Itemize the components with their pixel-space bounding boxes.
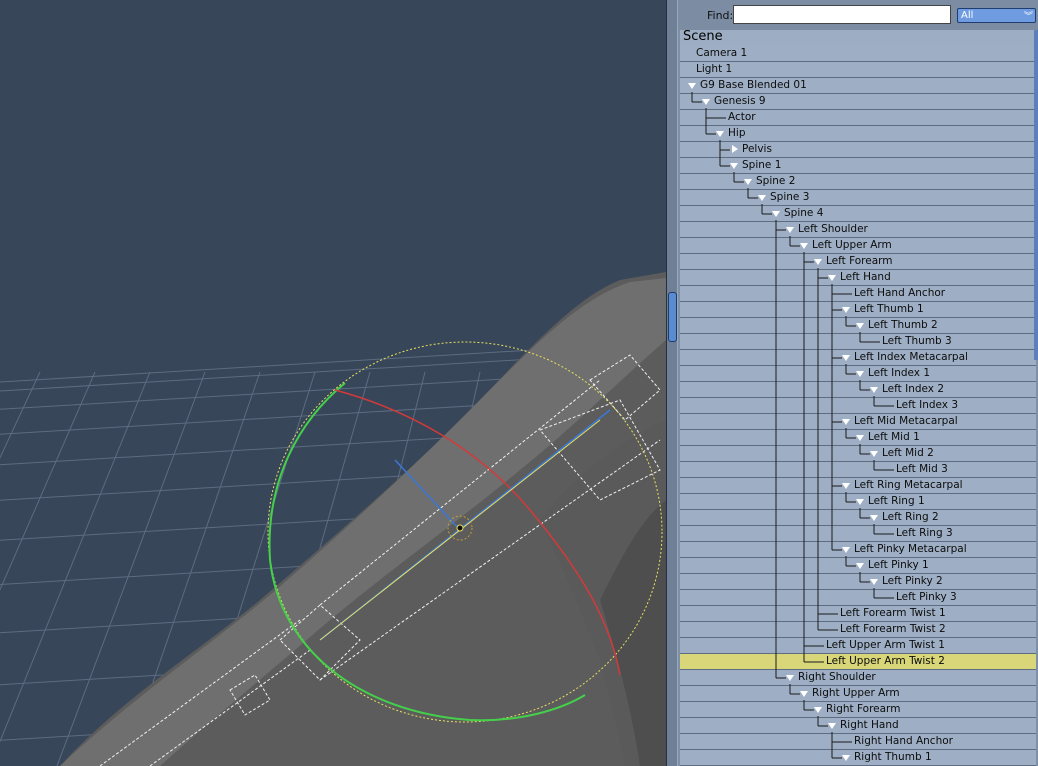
splitter-handle[interactable] bbox=[668, 292, 677, 342]
panel-splitter[interactable] bbox=[666, 0, 678, 766]
find-bar: Find: All ︾ bbox=[678, 0, 1038, 30]
find-input[interactable] bbox=[733, 5, 951, 24]
chevron-down-icon: ︾ bbox=[1023, 12, 1033, 22]
scene-scrollbar[interactable] bbox=[1034, 30, 1038, 360]
scene-tree[interactable]: Scene Camera 1 Light 1 G9 Base Blended 01 G… bbox=[680, 30, 1038, 766]
3d-viewport[interactable] bbox=[0, 0, 666, 766]
scene-header-label: Scene bbox=[683, 30, 723, 44]
figure-mesh bbox=[0, 272, 666, 766]
scene-header: Scene bbox=[680, 30, 1036, 47]
tree-connector-lines bbox=[691, 92, 894, 759]
filter-dropdown-value: All bbox=[961, 10, 974, 21]
scene-panel: Find: All ︾ Scene Camera 1 Light 1 G9 Base… bbox=[678, 0, 1038, 766]
find-label: Find: bbox=[707, 9, 734, 22]
filter-dropdown[interactable]: All ︾ bbox=[957, 8, 1036, 23]
viewport-scene bbox=[0, 272, 666, 766]
grid-line bbox=[0, 371, 41, 459]
